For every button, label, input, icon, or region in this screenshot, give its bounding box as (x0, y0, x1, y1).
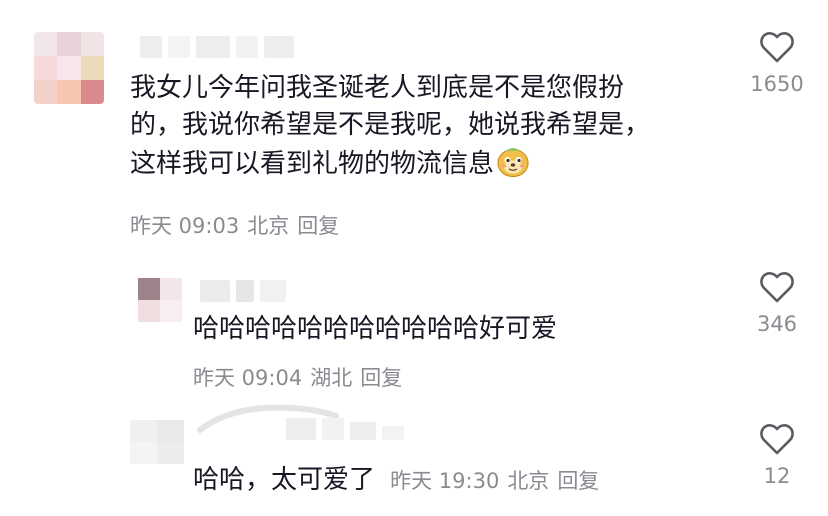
reply-button[interactable]: 回复 (297, 214, 339, 238)
comment-meta: 昨天 09:03 北京 回复 (130, 210, 339, 240)
comment-row: 哈哈，太可爱了 昨天 19:30 北京 回复 (193, 462, 599, 499)
like-button[interactable]: 346 (742, 270, 812, 336)
like-count: 1650 (750, 72, 804, 96)
comment-text: 哈哈哈哈哈哈哈哈哈哈哈好可爱 (193, 314, 558, 344)
avatar[interactable] (130, 420, 184, 464)
location: 湖北 (310, 366, 353, 390)
heart-icon[interactable] (759, 422, 795, 456)
reply-button[interactable]: 回复 (360, 366, 402, 390)
avatar[interactable] (138, 278, 182, 322)
like-count: 12 (763, 464, 791, 488)
like-button[interactable]: 1650 (742, 30, 812, 96)
reply-button[interactable]: 回复 (557, 469, 599, 493)
comment-meta: 昨天 09:04 湖北 回复 (193, 362, 402, 392)
timestamp: 昨天 09:04 (193, 366, 303, 390)
avatar[interactable] (34, 32, 104, 104)
timestamp: 昨天 09:03 (130, 214, 240, 238)
heart-icon[interactable] (759, 270, 795, 304)
like-count: 346 (756, 312, 798, 336)
comment-meta: 昨天 19:30 北京 回复 (390, 469, 599, 493)
username[interactable] (200, 280, 286, 302)
timestamp: 昨天 19:30 (390, 469, 500, 493)
like-button[interactable]: 12 (742, 422, 812, 488)
comment-text: 哈哈，太可爱了 (193, 465, 376, 495)
heart-icon[interactable] (759, 30, 795, 64)
location: 北京 (507, 469, 550, 493)
username[interactable] (140, 36, 294, 58)
username[interactable] (196, 396, 426, 456)
comment-text: 我女儿今年问我圣诞老人到底是不是您假扮 的，我说你希望是不是我呢，她说我希望是，… (130, 73, 651, 179)
location: 北京 (247, 214, 290, 238)
doge-emoji-icon (496, 144, 530, 178)
